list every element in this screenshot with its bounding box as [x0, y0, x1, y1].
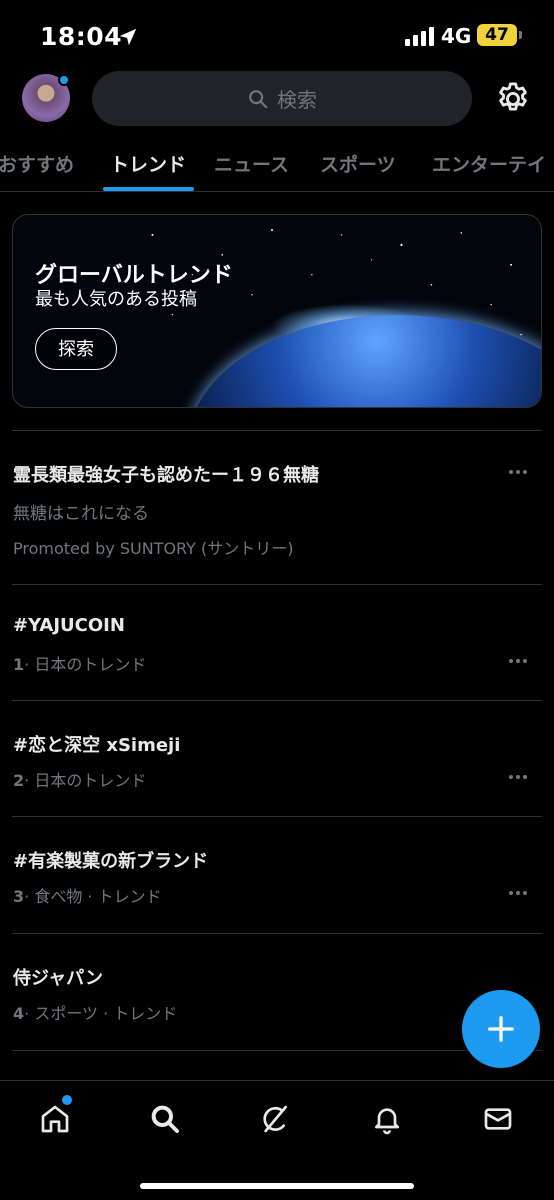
- trend-rank: 2: [13, 771, 25, 790]
- tab-sports[interactable]: スポーツ: [320, 150, 396, 177]
- trend-category: · 日本のトレンド: [24, 771, 147, 790]
- trend-category: · スポーツ · トレンド: [24, 1004, 178, 1023]
- tab-bar: おすすめ トレンド ニュース スポーツ エンターテイ: [0, 140, 554, 192]
- trend-title: #有楽製菓の新ブランド: [13, 851, 209, 872]
- avatar-notification-dot: [58, 74, 70, 86]
- more-icon[interactable]: [508, 774, 528, 780]
- active-tab-indicator: [103, 187, 194, 191]
- search-icon: [249, 89, 268, 108]
- divider: [12, 1050, 542, 1051]
- trend-category: · 食べ物 · トレンド: [24, 887, 162, 906]
- home-notification-dot: [62, 1095, 72, 1105]
- global-trends-card[interactable]: グローバルトレンド 最も人気のある投稿 探索: [12, 214, 542, 408]
- trend-rank: 4: [13, 1004, 25, 1023]
- promoted-sponsor: Promoted by SUNTORY (サントリー): [13, 539, 294, 558]
- promoted-description: 無糖はこれになる: [13, 504, 149, 524]
- grok-icon[interactable]: [259, 1103, 291, 1135]
- tab-for-you[interactable]: おすすめ: [0, 150, 74, 177]
- status-time: 18:04: [40, 22, 123, 51]
- trend-title: #恋と深空 xSimeji: [13, 735, 181, 756]
- explore-screen: 18:04 4G 47 検索 おすすめ トレンド ニュース スポーツ エンターテ…: [0, 0, 554, 1200]
- mail-icon[interactable]: [482, 1103, 514, 1135]
- trend-item[interactable]: #YAJUCOIN 1· 日本のトレンド: [0, 585, 554, 701]
- trend-category: · 日本のトレンド: [24, 655, 147, 674]
- bell-icon[interactable]: [371, 1103, 403, 1135]
- tab-trending[interactable]: トレンド: [110, 150, 186, 177]
- home-indicator: [140, 1183, 414, 1189]
- more-icon[interactable]: [508, 890, 528, 896]
- home-icon[interactable]: [39, 1103, 71, 1135]
- explore-button[interactable]: 探索: [35, 328, 117, 370]
- location-arrow-icon: [119, 28, 137, 46]
- search-input[interactable]: 検索: [92, 71, 472, 126]
- search-icon[interactable]: [149, 1103, 181, 1135]
- promoted-title: 霊長類最強女子も認めたー１９６無糖: [13, 465, 319, 486]
- battery-cap: [519, 31, 522, 39]
- battery-level: 47: [477, 24, 517, 46]
- trend-meta: 3· 食べ物 · トレンド: [13, 883, 162, 907]
- more-icon[interactable]: [508, 469, 528, 475]
- promoted-trend[interactable]: 霊長類最強女子も認めたー１９６無糖 無糖はこれになる Promoted by S…: [0, 431, 554, 585]
- gear-icon[interactable]: [494, 80, 532, 118]
- trend-meta: 4· スポーツ · トレンド: [13, 1000, 177, 1024]
- trend-meta: 1· 日本のトレンド: [13, 651, 146, 675]
- signal-icon: [405, 27, 434, 46]
- tab-entertainment[interactable]: エンターテイ: [432, 150, 546, 177]
- trend-rank: 1: [13, 655, 25, 674]
- tab-news[interactable]: ニュース: [214, 150, 289, 177]
- status-bar: 18:04 4G 47: [0, 0, 554, 70]
- network-type: 4G: [441, 24, 472, 48]
- bottom-navigation: [0, 1080, 554, 1200]
- compose-button[interactable]: [462, 990, 540, 1068]
- trend-title: 侍ジャパン: [13, 968, 103, 989]
- trend-item[interactable]: #恋と深空 xSimeji 2· 日本のトレンド: [0, 701, 554, 817]
- trend-rank: 3: [13, 887, 25, 906]
- plus-icon: [488, 1016, 514, 1042]
- search-placeholder: 検索: [277, 88, 317, 112]
- trend-item[interactable]: #有楽製菓の新ブランド 3· 食べ物 · トレンド: [0, 817, 554, 933]
- more-icon[interactable]: [508, 658, 528, 664]
- card-subtitle: 最も人気のある投稿: [35, 289, 197, 310]
- trend-meta: 2· 日本のトレンド: [13, 767, 146, 791]
- trend-title: #YAJUCOIN: [13, 615, 125, 636]
